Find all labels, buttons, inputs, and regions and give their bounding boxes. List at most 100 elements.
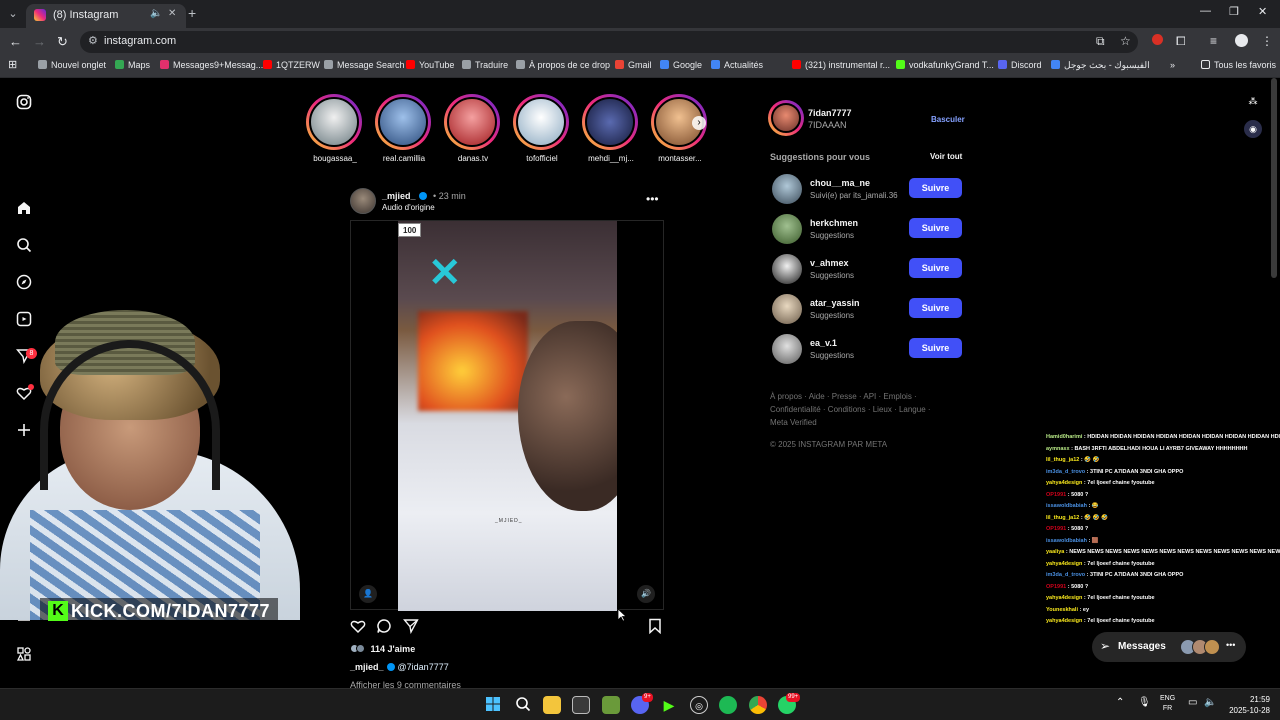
bookmark-item[interactable]: Discord (998, 60, 1042, 70)
bookmark-star-icon[interactable]: ☆ (1120, 34, 1131, 48)
forward-icon[interactable]: → (33, 34, 46, 49)
restore-icon[interactable]: ❐ (1229, 5, 1239, 18)
explore-compass-icon[interactable] (14, 274, 34, 294)
chat-username[interactable]: im3da_d_trovo (1046, 572, 1085, 578)
follow-button[interactable]: Suivre (909, 338, 962, 358)
chat-username[interactable]: yahya4design (1046, 618, 1082, 624)
tab-instagram[interactable]: (8) Instagram 🔈 ✕ (26, 4, 186, 28)
chat-username[interactable]: im3da_d_trovo (1046, 469, 1085, 475)
switch-account-link[interactable]: Basculer (931, 115, 965, 124)
chat-username[interactable]: yaaliya (1046, 549, 1064, 555)
suggestion-avatar[interactable] (772, 214, 802, 244)
bookmark-item[interactable]: vodkafunkyGrand T... (896, 60, 994, 70)
current-user-avatar[interactable] (768, 100, 804, 136)
like-count[interactable]: 114 J'aime (350, 644, 415, 654)
bookmark-item[interactable]: À propos de ce drop (516, 60, 610, 70)
tagged-users-icon[interactable]: 👤 (359, 585, 377, 603)
bookmark-item[interactable]: Google (660, 60, 702, 70)
bookmark-item[interactable]: Messages9+Messag... (160, 60, 263, 70)
suggestion-avatar[interactable] (772, 334, 802, 364)
browser-menu-icon[interactable]: ⋮ (1261, 34, 1273, 48)
media-control-icon[interactable]: ≡ (1210, 34, 1217, 48)
minimize-icon[interactable]: — (1200, 5, 1211, 17)
suggestion-avatar[interactable] (772, 254, 802, 284)
new-tab-icon[interactable]: + (188, 5, 196, 21)
share-send-icon[interactable] (402, 618, 419, 639)
microsoft-store-icon[interactable] (572, 696, 590, 714)
instagram-logo-icon[interactable] (14, 94, 34, 114)
bookmark-item[interactable]: 1QTZERW (263, 60, 320, 70)
tab-mute-icon[interactable]: 🔈 (150, 8, 162, 19)
home-icon[interactable] (14, 200, 34, 220)
bookmark-item[interactable]: Nouvel onglet (38, 60, 106, 70)
follow-button[interactable]: Suivre (909, 178, 962, 198)
tab-close-icon[interactable]: ✕ (168, 8, 176, 19)
discord-overlay-icon[interactable]: ◉ (1244, 120, 1262, 138)
chat-username[interactable]: OP1991 (1046, 526, 1066, 532)
suggestion-avatar[interactable] (772, 174, 802, 204)
post-options-icon[interactable]: ••• (646, 192, 659, 206)
post-audio-link[interactable]: Audio d'origine (382, 203, 435, 212)
spotify-taskbar-icon[interactable] (719, 696, 737, 714)
game-app-icon[interactable] (602, 696, 620, 714)
chat-username[interactable]: OP1991 (1046, 492, 1066, 498)
tab-search-icon[interactable]: ⌄ (4, 5, 22, 23)
show-hidden-icons-icon[interactable]: ⌃ (1116, 697, 1124, 708)
post-author[interactable]: _mjied_ • 23 min (382, 191, 466, 201)
chat-username[interactable]: OP1991 (1046, 584, 1066, 590)
reload-icon[interactable]: ↻ (57, 34, 68, 50)
chat-username[interactable]: lil_thug_ja12 (1046, 457, 1079, 463)
post-video[interactable]: ✕ _MJIED_ 100 👤 🔊 (350, 220, 664, 611)
bookmark-item[interactable]: Gmail (615, 60, 652, 70)
chat-username[interactable]: yahya4design (1046, 480, 1082, 486)
suggestion-username[interactable]: herkchmen (810, 218, 858, 228)
chat-username[interactable]: Youneskhali (1046, 607, 1078, 613)
like-heart-icon[interactable] (350, 618, 366, 639)
install-app-icon[interactable]: ⧉ (1096, 34, 1105, 49)
profile-avatar-icon[interactable] (1235, 34, 1248, 50)
microphone-icon[interactable]: 🎙 (1138, 697, 1151, 708)
extensions-puzzle-icon[interactable]: ⧠ (1176, 34, 1186, 49)
system-clock[interactable]: 21:59 2025-10-28 (1222, 694, 1270, 716)
suggestion-username[interactable]: v_ahmex (810, 258, 849, 268)
page-scrollbar[interactable] (1271, 78, 1277, 278)
all-bookmarks-folder[interactable]: Tous les favoris (1201, 60, 1276, 70)
window-close-icon[interactable]: ✕ (1258, 5, 1267, 18)
chat-username[interactable]: yahya4design (1046, 561, 1082, 567)
obs-taskbar-icon[interactable]: ◎ (690, 696, 708, 714)
input-language[interactable]: ENG FR (1160, 694, 1175, 714)
stories-next-icon[interactable]: › (692, 116, 706, 130)
current-username[interactable]: 7idan7777 (808, 108, 852, 118)
extension-red-icon[interactable] (1152, 34, 1163, 48)
video-frame[interactable]: ✕ _MJIED_ (398, 221, 617, 611)
volume-icon[interactable]: 🔈 (1204, 697, 1216, 708)
search-icon[interactable] (14, 237, 34, 257)
follow-button[interactable]: Suivre (909, 218, 962, 238)
follow-button[interactable]: Suivre (909, 298, 962, 318)
bookmark-item[interactable]: YouTube (406, 60, 454, 70)
also-from-meta-icon[interactable] (14, 646, 34, 666)
apps-grid-icon[interactable]: ⊞ (8, 58, 17, 71)
kick-taskbar-icon[interactable]: ▶ (660, 696, 678, 714)
address-bar[interactable]: ⚙ instagram.com ⧉ ☆ (80, 31, 1138, 53)
network-icon[interactable]: ▭ (1188, 697, 1197, 708)
bookmark-item[interactable]: Traduire (462, 60, 508, 70)
suggestion-avatar[interactable] (772, 294, 802, 324)
sound-toggle-icon[interactable]: 🔊 (637, 585, 655, 603)
chat-username[interactable]: yahya4design (1046, 595, 1082, 601)
suggestion-username[interactable]: atar_yassin (810, 298, 860, 308)
comment-icon[interactable] (376, 618, 392, 639)
chat-username[interactable]: aymnasx (1046, 446, 1070, 452)
chat-username[interactable]: issawoldbabiah (1046, 503, 1087, 509)
taskbar-search-icon[interactable] (514, 696, 532, 714)
post-author-avatar[interactable] (350, 188, 376, 214)
more-icon[interactable]: ••• (1226, 640, 1235, 650)
caption-username[interactable]: _mjied_ (350, 662, 384, 672)
bookmark-item[interactable]: Message Search (324, 60, 405, 70)
footer-links[interactable]: À propos · Aide · Presse · API · Emplois… (770, 390, 940, 429)
caption-mention[interactable]: @7idan7777 (398, 662, 449, 672)
bookmark-item[interactable]: Maps (115, 60, 150, 70)
bookmark-item[interactable]: (321) instrumental r... (792, 60, 890, 70)
file-explorer-icon[interactable] (543, 696, 561, 714)
chat-username[interactable]: lil_thug_ja12 (1046, 515, 1079, 521)
